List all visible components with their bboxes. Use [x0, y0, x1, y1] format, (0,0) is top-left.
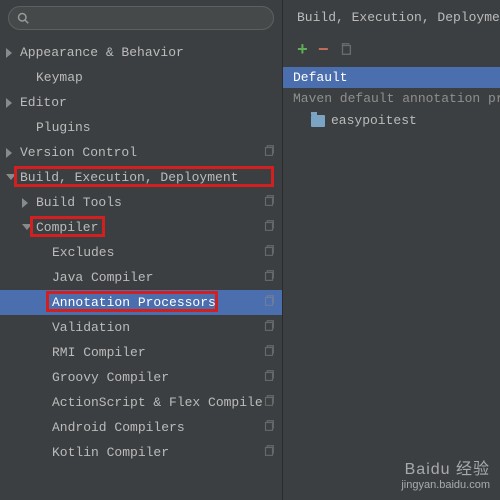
tree-item-compiler[interactable]: Compiler — [0, 215, 282, 240]
tree-item-label: Kotlin Compiler — [52, 445, 169, 460]
copy-profile-icon[interactable] — [262, 269, 276, 287]
copy-icon[interactable] — [339, 42, 353, 60]
settings-sidebar: Appearance & Behavior Keymap Editor Plugins… — [0, 0, 283, 500]
tree-item-label: Keymap — [36, 70, 83, 85]
copy-profile-icon[interactable] — [262, 319, 276, 337]
tree-item-label: Validation — [52, 320, 130, 335]
copy-profile-icon[interactable] — [262, 194, 276, 212]
tree-item-actionscript-flex-compiler[interactable]: ActionScript & Flex Compiler — [0, 390, 282, 415]
profile-description: Maven default annotation processors — [283, 88, 500, 109]
tree-item-appearance-behavior[interactable]: Appearance & Behavior — [0, 40, 282, 65]
copy-profile-icon[interactable] — [262, 419, 276, 437]
tree-item-label: Annotation Processors — [52, 295, 216, 310]
tree-item-label: Android Compilers — [52, 420, 185, 435]
spacer — [38, 248, 48, 258]
copy-profile-icon[interactable] — [262, 394, 276, 412]
tree-item-label: RMI Compiler — [52, 345, 146, 360]
chevron-right-icon[interactable] — [6, 48, 16, 58]
spacer — [38, 373, 48, 383]
copy-profile-icon[interactable] — [262, 219, 276, 237]
tree-item-java-compiler[interactable]: Java Compiler — [0, 265, 282, 290]
copy-profile-icon[interactable] — [262, 444, 276, 462]
tree-item-label: Build, Execution, Deployment — [20, 170, 238, 185]
tree-item-annotation-processors[interactable]: Annotation Processors — [0, 290, 282, 315]
tree-item-editor[interactable]: Editor — [0, 90, 282, 115]
tree-item-label: Editor — [20, 95, 67, 110]
module-row[interactable]: easypoitest — [283, 109, 500, 132]
tree-item-kotlin-compiler[interactable]: Kotlin Compiler — [0, 440, 282, 465]
chevron-right-icon[interactable] — [22, 198, 32, 208]
copy-profile-icon[interactable] — [262, 244, 276, 262]
tree-item-label: Version Control — [20, 145, 137, 160]
tree-item-label: Groovy Compiler — [52, 370, 169, 385]
spacer — [38, 398, 48, 408]
tree-item-label: Build Tools — [36, 195, 122, 210]
spacer — [38, 448, 48, 458]
module-label: easypoitest — [331, 113, 417, 128]
tree-item-label: Appearance & Behavior — [20, 45, 184, 60]
settings-detail-pane: Build, Execution, Deployment + − Default… — [283, 0, 500, 500]
copy-profile-icon[interactable] — [262, 369, 276, 387]
spacer — [38, 348, 48, 358]
breadcrumb: Build, Execution, Deployment — [283, 0, 500, 37]
chevron-down-icon[interactable] — [6, 174, 16, 184]
copy-profile-icon[interactable] — [262, 294, 276, 312]
tree-item-label: Plugins — [36, 120, 91, 135]
copy-profile-icon[interactable] — [262, 344, 276, 362]
copy-profile-icon[interactable] — [262, 144, 276, 162]
tree-item-label: Compiler — [36, 220, 98, 235]
search-row — [0, 0, 282, 38]
tree-item-build-execution-deployment[interactable]: Build, Execution, Deployment — [0, 165, 282, 190]
profile-toolbar: + − — [283, 37, 500, 67]
spacer — [38, 323, 48, 333]
tree-item-version-control[interactable]: Version Control — [0, 140, 282, 165]
add-icon[interactable]: + — [297, 41, 308, 61]
spacer — [38, 423, 48, 433]
chevron-right-icon[interactable] — [6, 148, 16, 158]
tree-item-excludes[interactable]: Excludes — [0, 240, 282, 265]
spacer — [22, 73, 32, 83]
tree-item-build-tools[interactable]: Build Tools — [0, 190, 282, 215]
remove-icon[interactable]: − — [318, 41, 329, 61]
search-icon — [17, 12, 29, 24]
module-icon — [311, 115, 325, 127]
search-input[interactable] — [8, 6, 274, 30]
profile-default[interactable]: Default — [283, 67, 500, 88]
tree-item-plugins[interactable]: Plugins — [0, 115, 282, 140]
spacer — [38, 298, 48, 308]
tree-item-validation[interactable]: Validation — [0, 315, 282, 340]
spacer — [38, 273, 48, 283]
watermark: Baidu 经验 jingyan.baidu.com — [401, 460, 490, 492]
chevron-right-icon[interactable] — [6, 98, 16, 108]
tree-item-label: Java Compiler — [52, 270, 153, 285]
chevron-down-icon[interactable] — [22, 224, 32, 234]
tree-item-keymap[interactable]: Keymap — [0, 65, 282, 90]
tree-item-groovy-compiler[interactable]: Groovy Compiler — [0, 365, 282, 390]
settings-tree: Appearance & Behavior Keymap Editor Plugins… — [0, 38, 282, 500]
tree-item-rmi-compiler[interactable]: RMI Compiler — [0, 340, 282, 365]
tree-item-label: ActionScript & Flex Compiler — [52, 395, 262, 410]
tree-item-android-compilers[interactable]: Android Compilers — [0, 415, 282, 440]
spacer — [22, 123, 32, 133]
tree-item-label: Excludes — [52, 245, 114, 260]
